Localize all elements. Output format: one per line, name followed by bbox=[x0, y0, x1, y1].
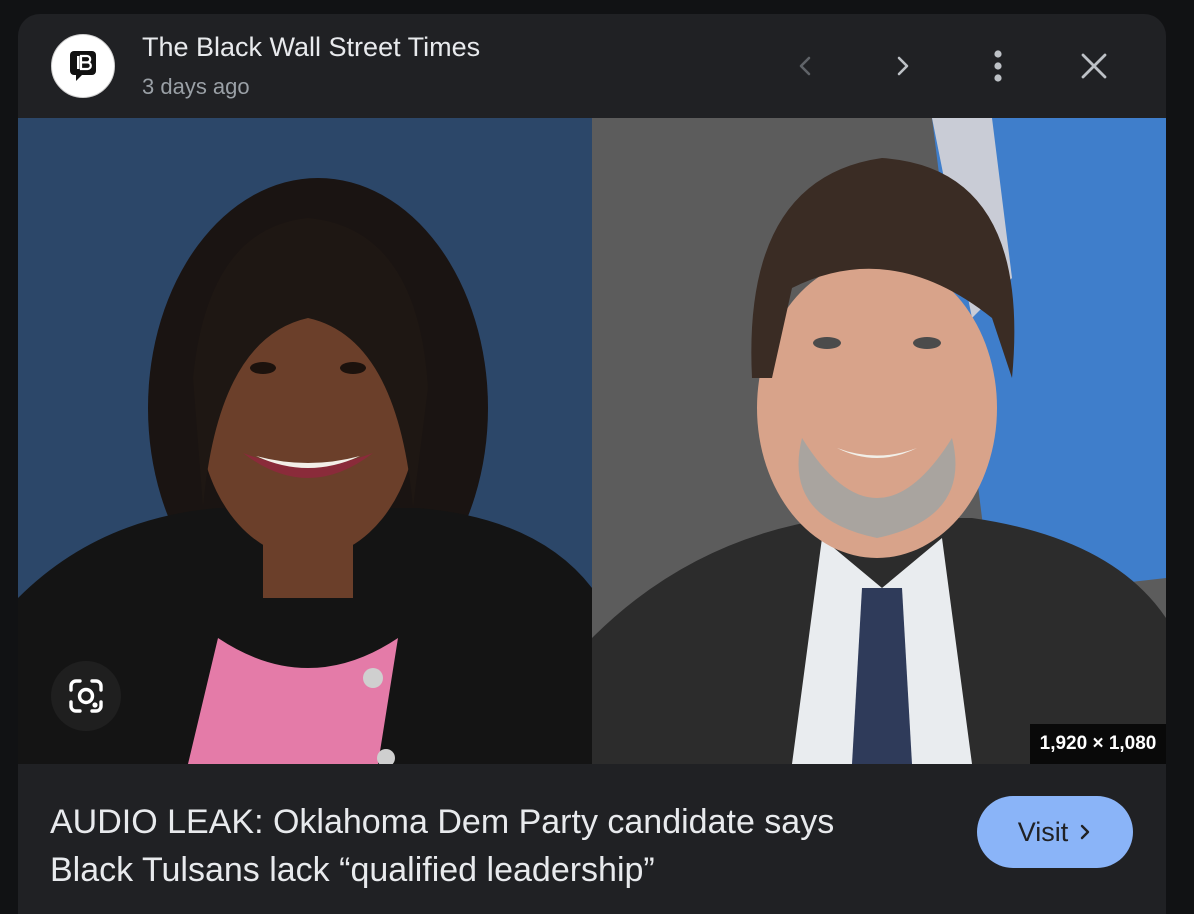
preview-header: The Black Wall Street Times 3 days ago bbox=[18, 14, 1166, 118]
close-icon bbox=[1081, 53, 1107, 79]
man-portrait-illustration bbox=[592, 118, 1166, 764]
previous-button[interactable] bbox=[782, 42, 830, 90]
visit-button[interactable]: Visit bbox=[977, 796, 1133, 868]
close-button[interactable] bbox=[1070, 42, 1118, 90]
image-caption-title[interactable]: AUDIO LEAK: Oklahoma Dem Party candidate… bbox=[50, 798, 910, 894]
right-portrait bbox=[592, 118, 1166, 764]
chevron-right-icon bbox=[897, 56, 909, 76]
google-lens-button[interactable] bbox=[51, 661, 121, 731]
source-name[interactable]: The Black Wall Street Times bbox=[142, 32, 480, 63]
source-logo[interactable] bbox=[51, 34, 115, 98]
source-time: 3 days ago bbox=[142, 74, 250, 99]
chevron-left-icon bbox=[799, 56, 811, 76]
more-options-button[interactable] bbox=[974, 42, 1022, 90]
chevron-right-icon bbox=[1081, 824, 1090, 840]
more-vert-icon bbox=[994, 50, 1002, 82]
preview-image[interactable]: 1,920 × 1,080 bbox=[18, 118, 1166, 764]
image-preview-panel: The Black Wall Street Times 3 days ago 1… bbox=[18, 14, 1166, 914]
google-lens-icon bbox=[69, 679, 103, 713]
image-dimensions-badge: 1,920 × 1,080 bbox=[1030, 724, 1166, 764]
black-wall-street-times-logo-icon bbox=[70, 51, 96, 81]
left-portrait bbox=[18, 118, 592, 764]
visit-label: Visit bbox=[1017, 816, 1069, 847]
next-button[interactable] bbox=[878, 42, 926, 90]
